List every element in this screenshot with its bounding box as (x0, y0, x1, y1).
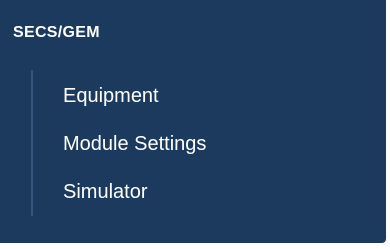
nav-guide-line (31, 70, 33, 216)
section-title: SECS/GEM (13, 24, 100, 41)
secs-gem-nav-panel: SECS/GEM Equipment Module Settings Simul… (0, 0, 386, 243)
nav-item-module-settings[interactable]: Module Settings (63, 124, 206, 172)
nav-list: Equipment Module Settings Simulator (63, 76, 206, 220)
nav-item-equipment[interactable]: Equipment (63, 76, 206, 124)
nav-item-simulator[interactable]: Simulator (63, 172, 206, 220)
